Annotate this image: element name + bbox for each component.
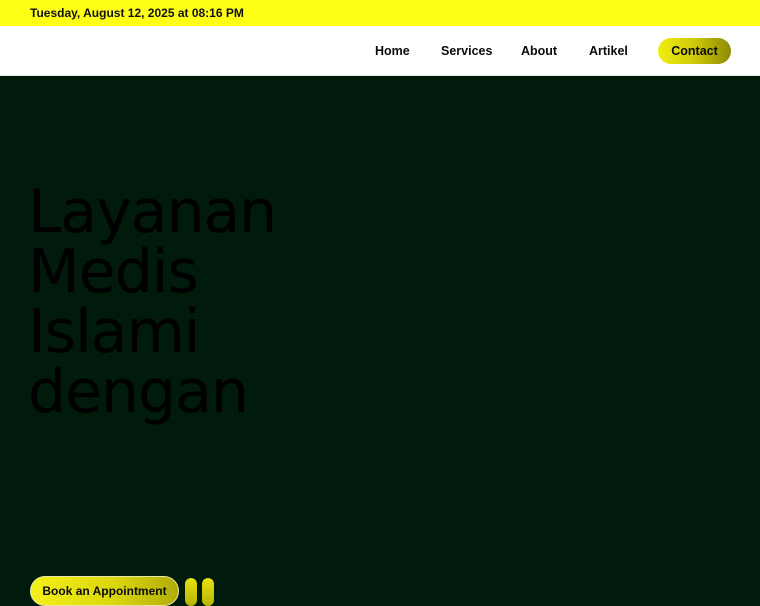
nav-link-services[interactable]: Services	[441, 26, 492, 76]
nav-link-about[interactable]: About	[521, 26, 557, 76]
current-datetime: Tuesday, August 12, 2025 at 08:16 PM	[30, 6, 244, 20]
decorative-pill	[202, 578, 214, 606]
decorative-pill	[185, 578, 197, 606]
nav-link-artikel[interactable]: Artikel	[589, 26, 628, 76]
main-navbar: Home Services About Artikel Contact	[0, 26, 760, 76]
nav-link-home[interactable]: Home	[375, 26, 410, 76]
hero-title-line: Medis	[28, 237, 199, 307]
contact-button[interactable]: Contact	[658, 38, 731, 64]
hero-title-line: dengan	[28, 357, 249, 427]
top-info-bar: Tuesday, August 12, 2025 at 08:16 PM	[0, 0, 760, 26]
hero-title-line: Layanan	[28, 177, 277, 247]
hero-title-line: Islami	[28, 297, 201, 367]
hero-section: Layanan Medis Islami dengan Book an Appo…	[0, 76, 760, 606]
book-appointment-button[interactable]: Book an Appointment	[30, 576, 179, 606]
hero-title: Layanan Medis Islami dengan	[28, 182, 348, 422]
